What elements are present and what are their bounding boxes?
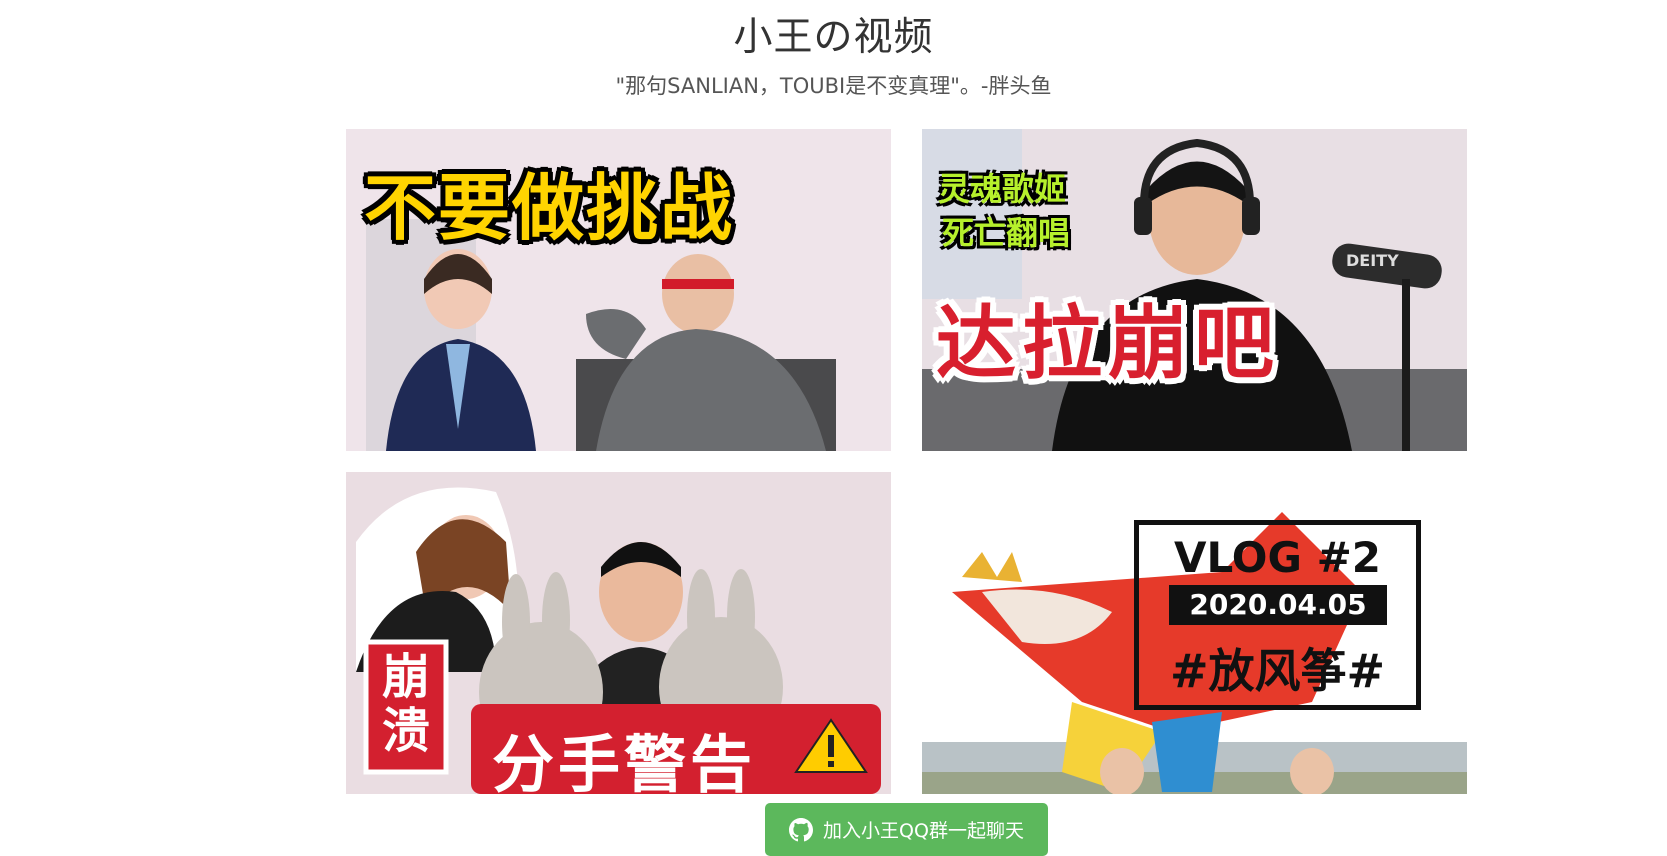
video-thumbnail-1[interactable]: 不要做挑战 (346, 129, 891, 451)
page-title: 小王の视频 (733, 15, 934, 60)
vlog-tag: #放风筝# (1169, 644, 1386, 698)
video-2-caption: 达拉崩吧 (936, 297, 1280, 390)
github-icon (789, 817, 814, 842)
vlog-title: VLOG #2 (1174, 533, 1381, 582)
video-3-side-label: 崩溃 (381, 649, 430, 759)
video-2-caption-line1: 灵魂歌姬 (938, 170, 1067, 208)
join-qq-group-label: 加入小王QQ群一起聊天 (823, 820, 1024, 842)
vlog-box: VLOG #2 2020.04.05 #放风筝# (1134, 520, 1421, 710)
mic-label: DEITY (1346, 251, 1399, 270)
vlog-date: 2020.04.05 (1169, 585, 1387, 625)
page-subtitle: "那句SANLIAN，TOUBI是不变真理"。-胖头鱼 (615, 74, 1052, 98)
video-3-caption: 分手警告 (492, 728, 757, 794)
video-2-caption-line2: 死亡翻唱 (942, 214, 1071, 252)
video-thumbnail-2[interactable]: DEITY 灵魂歌姬 死亡翻唱 达拉崩吧 (922, 129, 1467, 451)
video-thumbnail-3[interactable]: 崩溃 分手警告 (346, 472, 891, 794)
join-qq-group-button[interactable]: 加入小王QQ群一起聊天 (765, 803, 1048, 856)
video-1-caption: 不要做挑战 (364, 166, 735, 250)
video-thumbnail-4[interactable]: VLOG #2 2020.04.05 #放风筝# (922, 472, 1467, 794)
